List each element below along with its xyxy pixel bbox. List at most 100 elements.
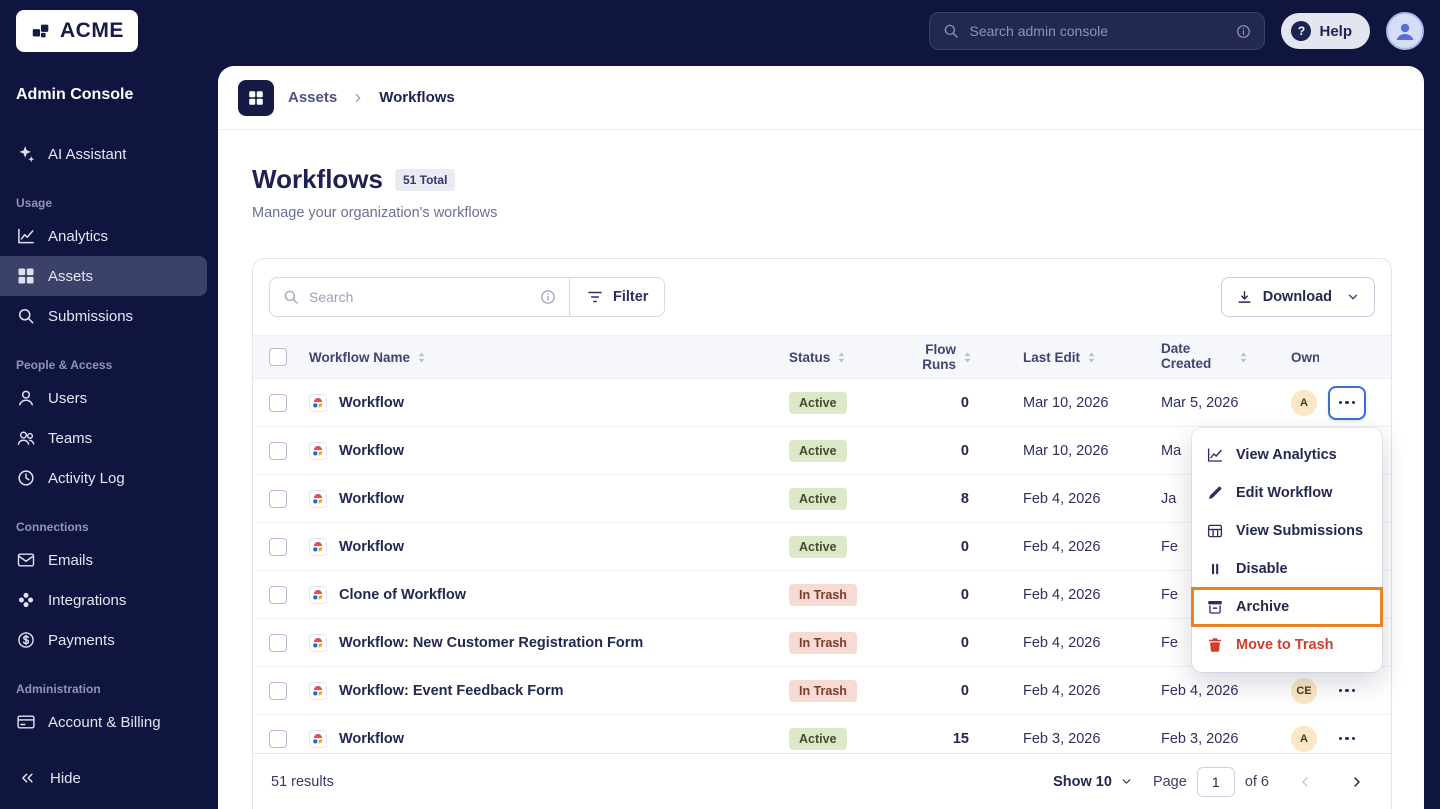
row-checkbox[interactable] bbox=[269, 441, 287, 460]
brand-logo[interactable]: ACME bbox=[16, 10, 138, 52]
page-header: Workflows 51 Total Manage your organizat… bbox=[218, 130, 1424, 221]
last-edit-value: Feb 4, 2026 bbox=[1023, 682, 1101, 699]
sidebar-item-analytics[interactable]: Analytics bbox=[0, 216, 218, 256]
page-title: Workflows bbox=[252, 164, 383, 194]
sidebar-item-ai-assistant[interactable]: AI Assistant bbox=[0, 134, 218, 174]
owner-avatar: A bbox=[1291, 389, 1317, 416]
workflow-icon bbox=[309, 586, 327, 604]
column-workflow-name[interactable]: Workflow Name bbox=[309, 350, 789, 365]
sidebar-item-label: Payments bbox=[48, 631, 115, 649]
column-flow-runs[interactable]: Flow Runs bbox=[889, 342, 979, 372]
column-date-created[interactable]: Date Created bbox=[1119, 341, 1249, 372]
workflow-name[interactable]: Workflow bbox=[339, 395, 404, 411]
workflow-icon bbox=[309, 730, 327, 748]
search-icon bbox=[16, 306, 36, 326]
table-search-input[interactable] bbox=[309, 289, 530, 305]
row-checkbox[interactable] bbox=[269, 585, 287, 604]
workflow-name[interactable]: Workflow bbox=[339, 731, 404, 747]
workflow-icon bbox=[309, 490, 327, 508]
sidebar-item-payments[interactable]: Payments bbox=[0, 620, 218, 660]
menu-item-view-analytics[interactable]: View Analytics bbox=[1192, 436, 1382, 474]
sidebar-item-submissions[interactable]: Submissions bbox=[0, 296, 218, 336]
sidebar-item-label: Activity Log bbox=[48, 469, 125, 487]
download-button[interactable]: Download bbox=[1220, 277, 1375, 317]
row-checkbox[interactable] bbox=[269, 729, 287, 748]
breadcrumb-parent[interactable]: Assets bbox=[288, 89, 337, 106]
row-checkbox[interactable] bbox=[269, 681, 287, 700]
sidebar-title: Admin Console bbox=[16, 86, 134, 103]
analytics-icon bbox=[16, 226, 36, 246]
sidebar-item-integrations[interactable]: Integrations bbox=[0, 580, 218, 620]
sidebar-item-emails[interactable]: Emails bbox=[0, 540, 218, 580]
person-icon bbox=[1393, 19, 1417, 43]
sidebar-item-assets[interactable]: Assets bbox=[0, 256, 207, 296]
sidebar-item-label: Teams bbox=[48, 429, 93, 447]
sort-icon[interactable] bbox=[962, 351, 973, 364]
mail-icon bbox=[16, 550, 36, 570]
flow-runs-value: 0 bbox=[960, 634, 969, 651]
sidebar-item-activity-log[interactable]: Activity Log bbox=[0, 458, 218, 498]
sort-icon[interactable] bbox=[1238, 351, 1249, 364]
table-row: Workflow Active 15 Feb 3, 2026 Feb 3, 20… bbox=[253, 715, 1391, 753]
sidebar-item-label: AI Assistant bbox=[48, 145, 127, 163]
menu-item-disable[interactable]: Disable bbox=[1192, 550, 1382, 588]
search-icon bbox=[282, 288, 300, 306]
assets-grid-icon bbox=[16, 266, 36, 286]
workflow-name[interactable]: Clone of Workflow bbox=[339, 587, 466, 603]
workflow-name[interactable]: Workflow bbox=[339, 443, 404, 459]
results-count: 51 results bbox=[271, 773, 334, 790]
last-edit-value: Feb 4, 2026 bbox=[1023, 490, 1101, 507]
sidebar-item-teams[interactable]: Teams bbox=[0, 418, 218, 458]
row-checkbox[interactable] bbox=[269, 537, 287, 556]
workflow-name[interactable]: Workflow: New Customer Registration Form bbox=[339, 635, 643, 651]
filter-label: Filter bbox=[613, 289, 649, 305]
table-search[interactable] bbox=[269, 277, 569, 317]
sidebar-item-label: Users bbox=[48, 389, 88, 407]
sidebar-item-label: Emails bbox=[48, 551, 94, 569]
hide-sidebar-button[interactable]: Hide bbox=[0, 759, 99, 797]
help-button[interactable]: ? Help bbox=[1281, 13, 1370, 49]
user-avatar[interactable] bbox=[1386, 12, 1424, 50]
menu-item-archive[interactable]: Archive bbox=[1191, 587, 1383, 627]
sidebar-item-users[interactable]: Users bbox=[0, 378, 218, 418]
row-actions-button[interactable] bbox=[1328, 674, 1366, 708]
date-created-value: Mar 5, 2026 bbox=[1161, 394, 1239, 411]
page-number-input[interactable] bbox=[1196, 766, 1235, 797]
workflow-name[interactable]: Workflow bbox=[339, 491, 404, 507]
main-content: Assets Workflows Workflows 51 Total Mana… bbox=[218, 66, 1424, 809]
sort-icon[interactable] bbox=[416, 351, 427, 364]
next-page-button[interactable] bbox=[1341, 770, 1373, 794]
column-owner[interactable]: Owner bbox=[1249, 350, 1319, 365]
select-all-checkbox[interactable] bbox=[269, 348, 287, 366]
table-icon bbox=[1206, 522, 1224, 540]
pencil-icon bbox=[1206, 484, 1224, 502]
search-icon bbox=[942, 22, 960, 40]
download-label: Download bbox=[1262, 289, 1332, 305]
column-last-edit[interactable]: Last Edit bbox=[979, 350, 1119, 365]
row-checkbox[interactable] bbox=[269, 489, 287, 508]
status-badge: Active bbox=[789, 487, 847, 510]
row-actions-button[interactable] bbox=[1328, 722, 1366, 754]
column-status[interactable]: Status bbox=[789, 350, 889, 365]
sidebar-item-account-billing[interactable]: Account & Billing bbox=[0, 702, 218, 742]
previous-page-button[interactable] bbox=[1289, 770, 1321, 794]
table-row: Workflow Active 0 Mar 10, 2026 Mar 5, 20… bbox=[253, 379, 1391, 427]
last-edit-value: Feb 3, 2026 bbox=[1023, 730, 1101, 747]
row-checkbox[interactable] bbox=[269, 393, 287, 412]
menu-item-view-submissions[interactable]: View Submissions bbox=[1192, 512, 1382, 550]
menu-item-edit-workflow[interactable]: Edit Workflow bbox=[1192, 474, 1382, 512]
menu-item-move-to-trash[interactable]: Move to Trash bbox=[1192, 626, 1382, 664]
page-size-select[interactable]: Show 10 bbox=[1053, 774, 1133, 790]
sort-icon[interactable] bbox=[1086, 351, 1097, 364]
flow-runs-value: 8 bbox=[960, 490, 969, 507]
sort-icon[interactable] bbox=[836, 351, 847, 364]
workflow-name[interactable]: Workflow: Event Feedback Form bbox=[339, 683, 564, 699]
admin-search[interactable] bbox=[929, 12, 1266, 50]
row-checkbox[interactable] bbox=[269, 633, 287, 652]
status-badge: In Trash bbox=[789, 631, 857, 654]
admin-search-input[interactable] bbox=[969, 23, 1227, 39]
row-actions-button[interactable] bbox=[1328, 385, 1366, 420]
status-badge: In Trash bbox=[789, 679, 857, 702]
filter-button[interactable]: Filter bbox=[569, 277, 666, 317]
workflow-name[interactable]: Workflow bbox=[339, 539, 404, 555]
